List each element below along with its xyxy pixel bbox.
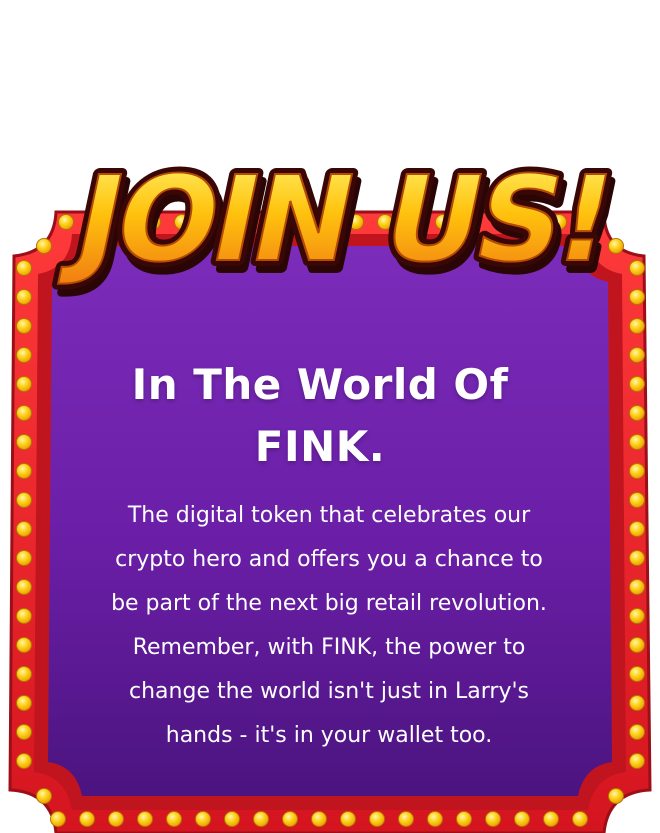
light-bulb bbox=[629, 608, 645, 624]
headline-line-2: FINK. bbox=[254, 422, 386, 471]
join-us-graphic: JOIN US! JOIN US! JOIN US! bbox=[51, 145, 633, 301]
light-bulb bbox=[629, 434, 645, 450]
light-bulb bbox=[311, 811, 327, 827]
light-bulb bbox=[195, 811, 211, 827]
light-bulb bbox=[629, 289, 645, 305]
light-bulb bbox=[16, 434, 32, 450]
light-bulb bbox=[629, 579, 645, 595]
light-bulb bbox=[629, 405, 645, 421]
headline-line-1: In The World Of bbox=[131, 360, 509, 409]
light-bulb bbox=[629, 492, 645, 508]
light-bulb bbox=[16, 550, 32, 566]
light-bulb bbox=[16, 695, 32, 711]
body-line: hands - it's in your wallet too. bbox=[165, 723, 493, 748]
body-line: change the world isn't just in Larry's bbox=[129, 679, 529, 704]
light-bulb bbox=[629, 347, 645, 363]
light-bulb bbox=[108, 811, 124, 827]
light-bulb bbox=[398, 811, 414, 827]
light-bulb bbox=[16, 521, 32, 537]
light-bulb bbox=[16, 637, 32, 653]
light-bulb bbox=[629, 695, 645, 711]
light-bulb bbox=[16, 492, 32, 508]
light-bulb bbox=[253, 811, 269, 827]
light-bulb bbox=[282, 811, 298, 827]
headline: In The World Of FINK. bbox=[60, 354, 580, 478]
light-bulb bbox=[629, 550, 645, 566]
light-bulb bbox=[224, 811, 240, 827]
light-bulb bbox=[137, 811, 153, 827]
join-us-text: JOIN US! bbox=[57, 162, 624, 289]
light-bulb bbox=[16, 463, 32, 479]
light-bulb bbox=[16, 347, 32, 363]
light-bulb bbox=[16, 376, 32, 392]
light-bulb bbox=[629, 260, 645, 276]
light-bulb bbox=[79, 811, 95, 827]
light-bulb bbox=[629, 463, 645, 479]
light-bulb bbox=[166, 811, 182, 827]
light-bulb bbox=[629, 637, 645, 653]
light-bulb bbox=[543, 811, 559, 827]
join-us-banner: JOIN US! JOIN US! JOIN US! bbox=[40, 145, 633, 322]
body-line: be part of the next big retail revolutio… bbox=[111, 591, 547, 616]
body-line: Remember, with FINK, the power to bbox=[132, 635, 526, 660]
light-bulb bbox=[50, 811, 66, 827]
light-bulb bbox=[16, 579, 32, 595]
light-bulb bbox=[629, 318, 645, 334]
light-bulb bbox=[16, 753, 32, 769]
light-bulb bbox=[16, 260, 32, 276]
light-bulb bbox=[608, 788, 624, 804]
light-bulb bbox=[514, 811, 530, 827]
light-bulb bbox=[16, 724, 32, 740]
light-bulb bbox=[16, 666, 32, 682]
body-copy: The digital token that celebrates our cr… bbox=[82, 494, 576, 758]
light-bulb bbox=[36, 788, 52, 804]
light-bulb bbox=[427, 811, 443, 827]
light-bulb bbox=[369, 811, 385, 827]
light-bulb bbox=[629, 376, 645, 392]
light-bulb bbox=[485, 811, 501, 827]
body-line: The digital token that celebrates our bbox=[127, 503, 531, 528]
light-bulb bbox=[16, 405, 32, 421]
light-bulb bbox=[629, 753, 645, 769]
light-bulb bbox=[456, 811, 472, 827]
light-bulb bbox=[16, 318, 32, 334]
light-bulb bbox=[16, 289, 32, 305]
light-bulb bbox=[629, 724, 645, 740]
light-bulb bbox=[629, 521, 645, 537]
light-bulb bbox=[572, 811, 588, 827]
light-bulb bbox=[340, 811, 356, 827]
light-bulb bbox=[16, 608, 32, 624]
light-bulb bbox=[629, 666, 645, 682]
body-line: crypto hero and offers you a chance to bbox=[115, 547, 543, 572]
